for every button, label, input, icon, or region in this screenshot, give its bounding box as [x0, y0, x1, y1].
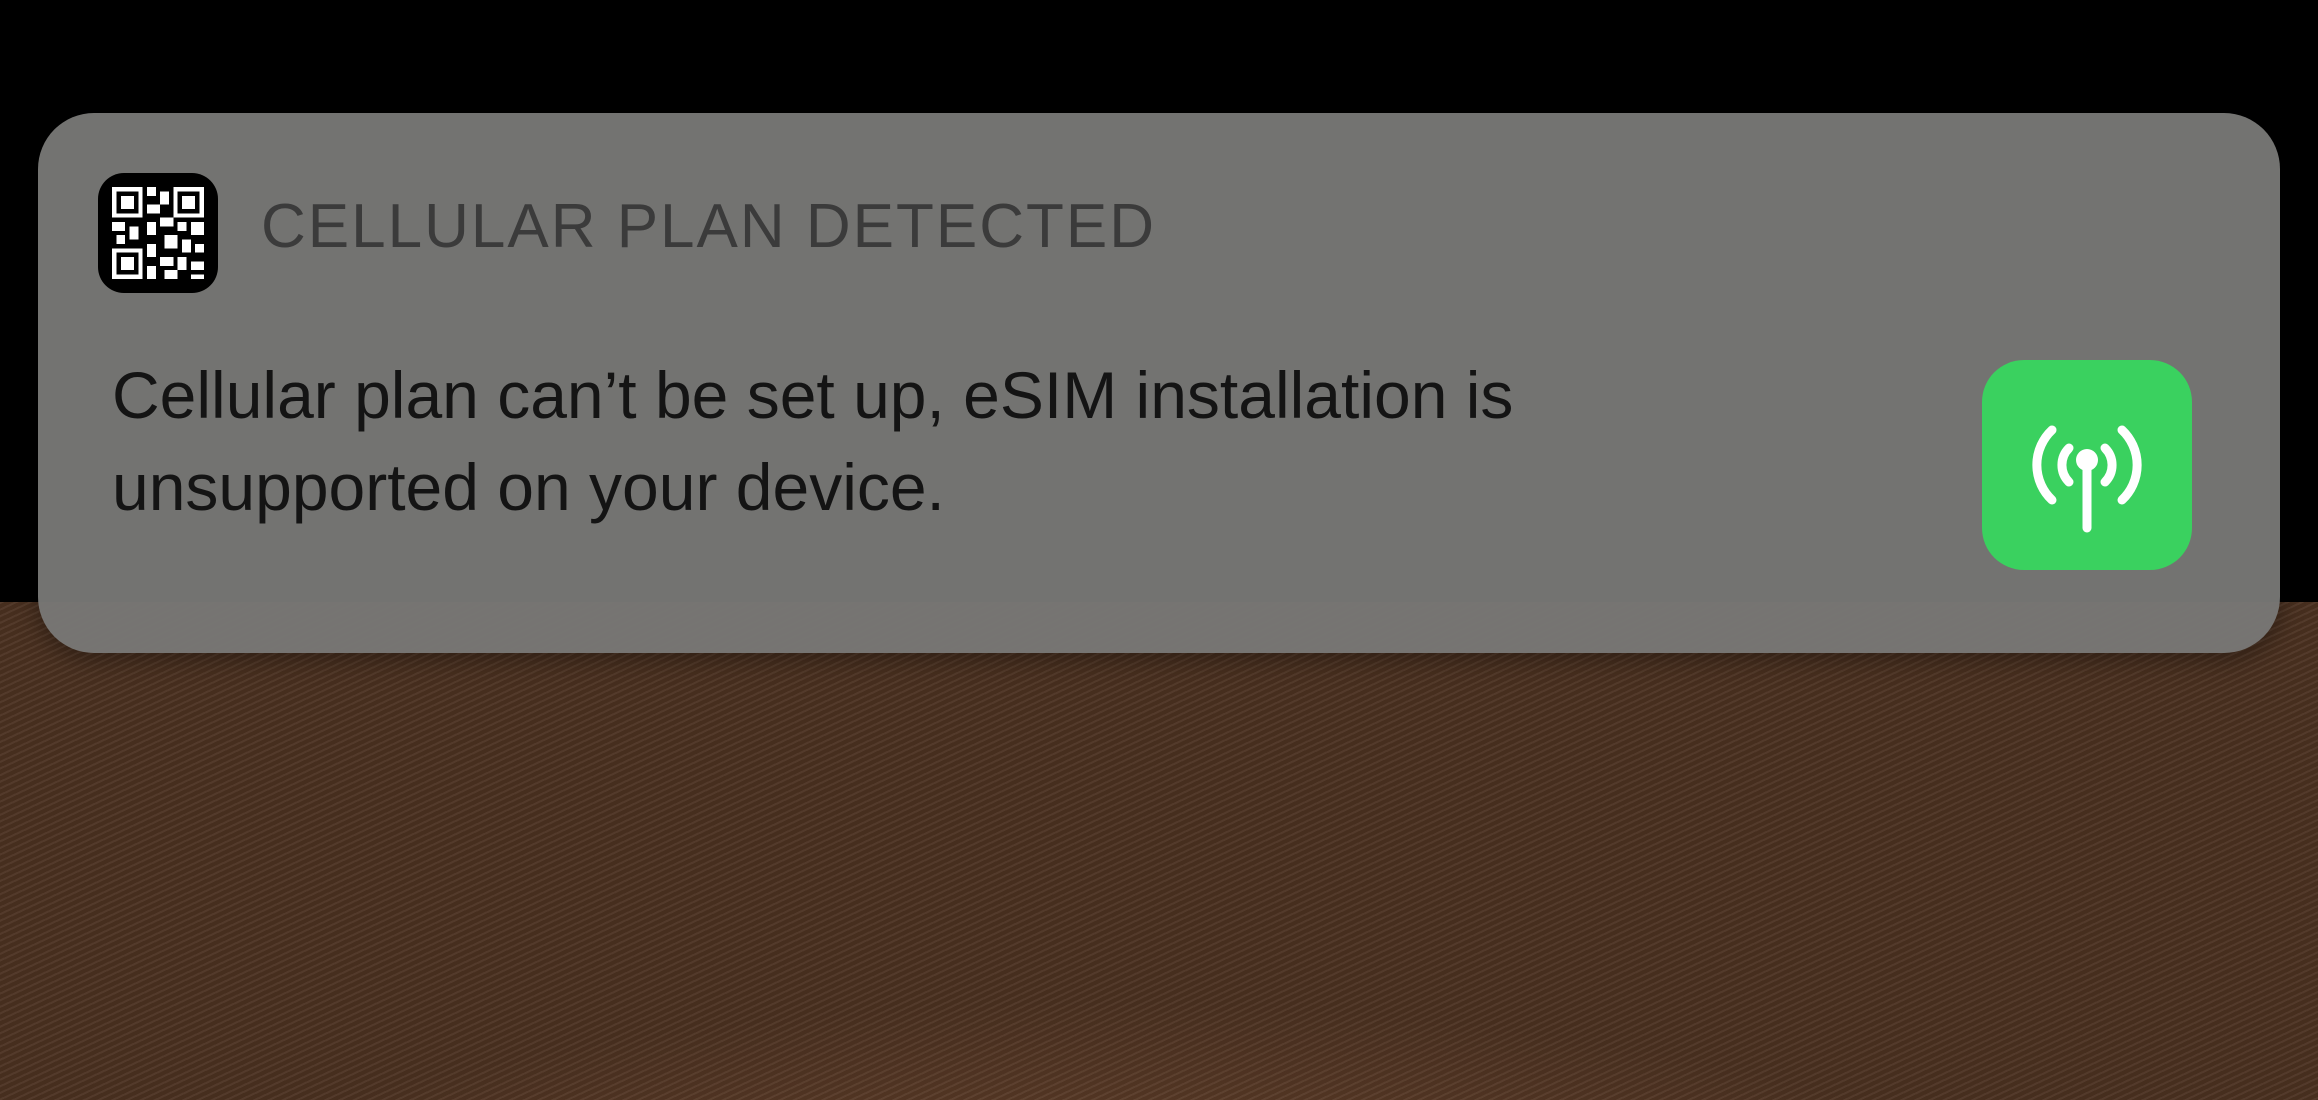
notification-message: Cellular plan can’t be set up, eSIM inst… — [112, 349, 1892, 533]
qr-code-icon — [98, 173, 218, 293]
notification-app-name: CELLULAR PLAN DETECTED — [261, 192, 1157, 261]
notification-message-line-2: unsupported on your device. — [112, 450, 945, 524]
notification-message-line-1: Cellular plan can’t be set up, eSIM inst… — [112, 358, 1514, 432]
camera-background — [0, 602, 2318, 1100]
notification-banner[interactable]: CELLULAR PLAN DETECTED Cellular plan can… — [38, 113, 2280, 653]
cellular-antenna-icon — [1982, 360, 2192, 570]
lock-screen: CELLULAR PLAN DETECTED Cellular plan can… — [0, 0, 2318, 1100]
